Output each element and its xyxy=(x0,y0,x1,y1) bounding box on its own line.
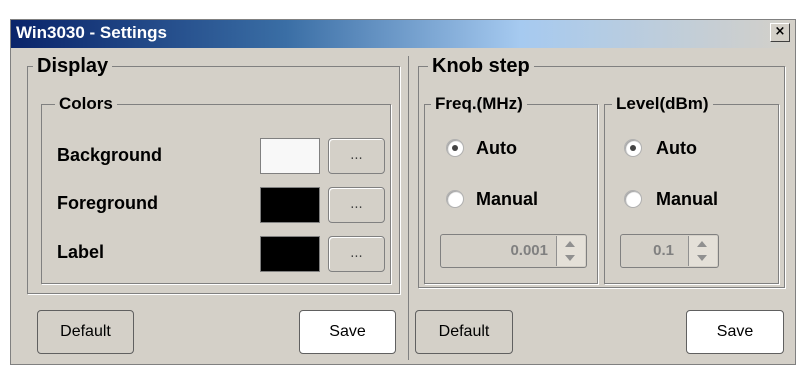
level-manual-label[interactable]: Manual xyxy=(656,189,718,210)
background-label: Background xyxy=(57,145,163,165)
foreground-color-button[interactable]: ... xyxy=(328,187,385,223)
level-auto-label[interactable]: Auto xyxy=(656,138,697,159)
window-title: Win3030 - Settings xyxy=(16,23,167,42)
level-step-up-icon[interactable] xyxy=(697,241,707,247)
level-step-value[interactable]: 0.1 xyxy=(624,242,674,259)
label-color-label: Label xyxy=(57,242,105,262)
level-group-title: Level(dBm) xyxy=(612,95,713,112)
foreground-color-swatch xyxy=(260,187,320,223)
panel-divider xyxy=(408,56,409,360)
knob-save-button[interactable]: Save xyxy=(686,310,784,354)
background-color-button[interactable]: ... xyxy=(328,138,385,174)
knob-step-group-title: Knob step xyxy=(428,56,534,76)
close-icon[interactable]: × xyxy=(770,23,790,42)
display-default-button[interactable]: Default xyxy=(37,310,134,354)
freq-step-up-icon[interactable] xyxy=(565,241,575,247)
freq-auto-label[interactable]: Auto xyxy=(476,138,517,159)
freq-manual-radio[interactable] xyxy=(446,190,464,208)
background-color-swatch xyxy=(260,138,320,174)
knob-default-button[interactable]: Default xyxy=(415,310,513,354)
foreground-label: Foreground xyxy=(57,193,158,213)
level-manual-radio[interactable] xyxy=(624,190,642,208)
display-save-button[interactable]: Save xyxy=(299,310,396,354)
display-group-title: Display xyxy=(33,56,113,76)
colors-group-title: Colors xyxy=(55,95,117,112)
freq-manual-label[interactable]: Manual xyxy=(476,189,538,210)
label-color-button[interactable]: ... xyxy=(328,236,385,272)
level-auto-radio[interactable] xyxy=(624,139,642,157)
freq-step-value[interactable]: 0.001 xyxy=(444,242,548,259)
freq-auto-radio[interactable] xyxy=(446,139,464,157)
label-color-swatch xyxy=(260,236,320,272)
level-step-down-icon[interactable] xyxy=(697,255,707,261)
freq-group-title: Freq.(MHz) xyxy=(431,95,527,112)
freq-step-down-icon[interactable] xyxy=(565,255,575,261)
